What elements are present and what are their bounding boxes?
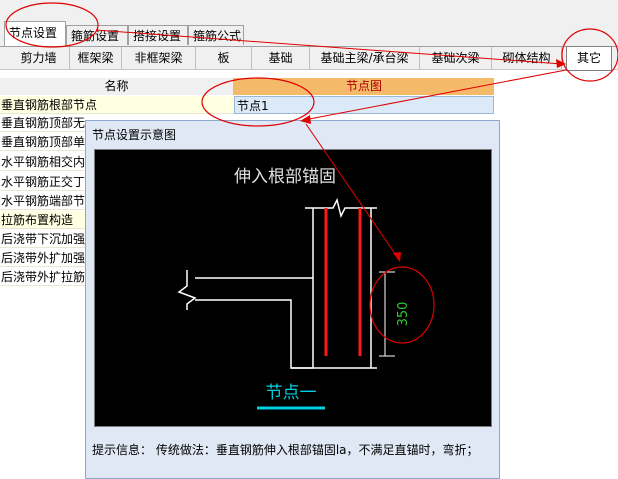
tab-stirrup-settings[interactable]: 箍筋设置 (66, 25, 128, 45)
subtab-shear-wall[interactable]: 剪力墙 (8, 47, 70, 69)
subtab-foundation-secondary-beam[interactable]: 基础次梁 (420, 47, 492, 69)
dimension-label: 350 (396, 302, 411, 327)
subtab-frame-beam[interactable]: 框架梁 (70, 47, 122, 69)
top-tab-strip: 节点设置 箍筋设置 搭接设置 箍筋公式 (0, 0, 618, 46)
subtab-foundation-main-beam[interactable]: 基础主梁/承台梁 (310, 47, 420, 69)
dialog-title: 节点设置示意图 (92, 128, 177, 142)
subtab-other[interactable]: 其它 (566, 46, 612, 71)
tab-stirrup-formula[interactable]: 箍筋公式 (188, 25, 244, 45)
column-header-node: 节点图 (234, 78, 494, 95)
node-diagram-canvas: 伸入根部锚固 350 节点一 (94, 149, 492, 427)
subtab-slab[interactable]: 板 (196, 47, 252, 69)
drawing-title: 伸入根部锚固 (234, 167, 336, 187)
tab-lap-settings[interactable]: 搭接设置 (128, 25, 188, 45)
sub-tab-bar: 剪力墙 框架梁 非框架梁 板 基础 基础主梁/承台梁 基础次梁 砌体结构 其它 (0, 46, 618, 71)
subtab-foundation[interactable]: 基础 (252, 47, 310, 69)
tip-message: 提示信息： 传统做法：垂直钢筋伸入根部锚固la，不满足直锚时，弯折； (92, 443, 479, 457)
tab-node-settings[interactable]: 节点设置 (4, 21, 66, 46)
node-drawing: 伸入根部锚固 350 节点一 (177, 167, 411, 410)
node-label: 节点一 (266, 383, 317, 403)
node-diagram-dialog: 节点设置示意图 伸入根部锚固 350 节点一 提示信息： 传统做法：垂直钢筋伸入… (85, 120, 500, 479)
subtab-non-frame-beam[interactable]: 非框架梁 (122, 47, 196, 69)
column-header-name: 名称 (0, 78, 234, 95)
node-cell-selected[interactable]: 节点1 (234, 96, 494, 114)
table-row[interactable]: 垂直钢筋根部节点 (0, 96, 234, 114)
subtab-masonry[interactable]: 砌体结构 (492, 47, 562, 69)
